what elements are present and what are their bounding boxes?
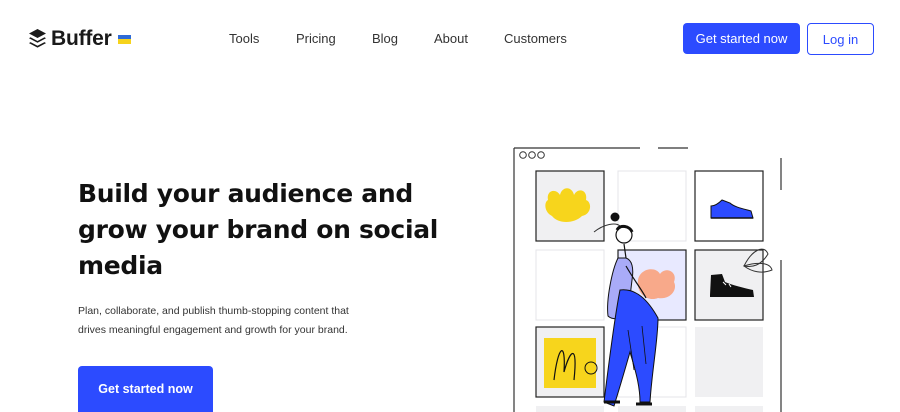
hero-title: Build your audience and grow your brand … xyxy=(78,179,439,280)
nav-item-blog[interactable]: Blog xyxy=(372,31,398,46)
login-button[interactable]: Log in xyxy=(807,23,874,55)
nav-item-pricing[interactable]: Pricing xyxy=(296,31,336,46)
hero-get-started-button[interactable]: Get started now xyxy=(78,366,213,412)
nav-item-tools[interactable]: Tools xyxy=(229,31,259,46)
nav-item-customers[interactable]: Customers xyxy=(504,31,567,46)
get-started-button[interactable]: Get started now xyxy=(683,23,800,54)
nav-item-about[interactable]: About xyxy=(434,31,468,46)
site-header: Buffer Tools Pricing Blog About Customer… xyxy=(0,0,900,78)
window-dots-icon xyxy=(519,151,545,159)
hero-illustration xyxy=(513,147,782,412)
yellow-painting-icon xyxy=(544,338,598,388)
hero-subtitle: Plan, collaborate, and publish thumb-sto… xyxy=(78,305,349,336)
peach-shape-icon xyxy=(637,269,676,300)
